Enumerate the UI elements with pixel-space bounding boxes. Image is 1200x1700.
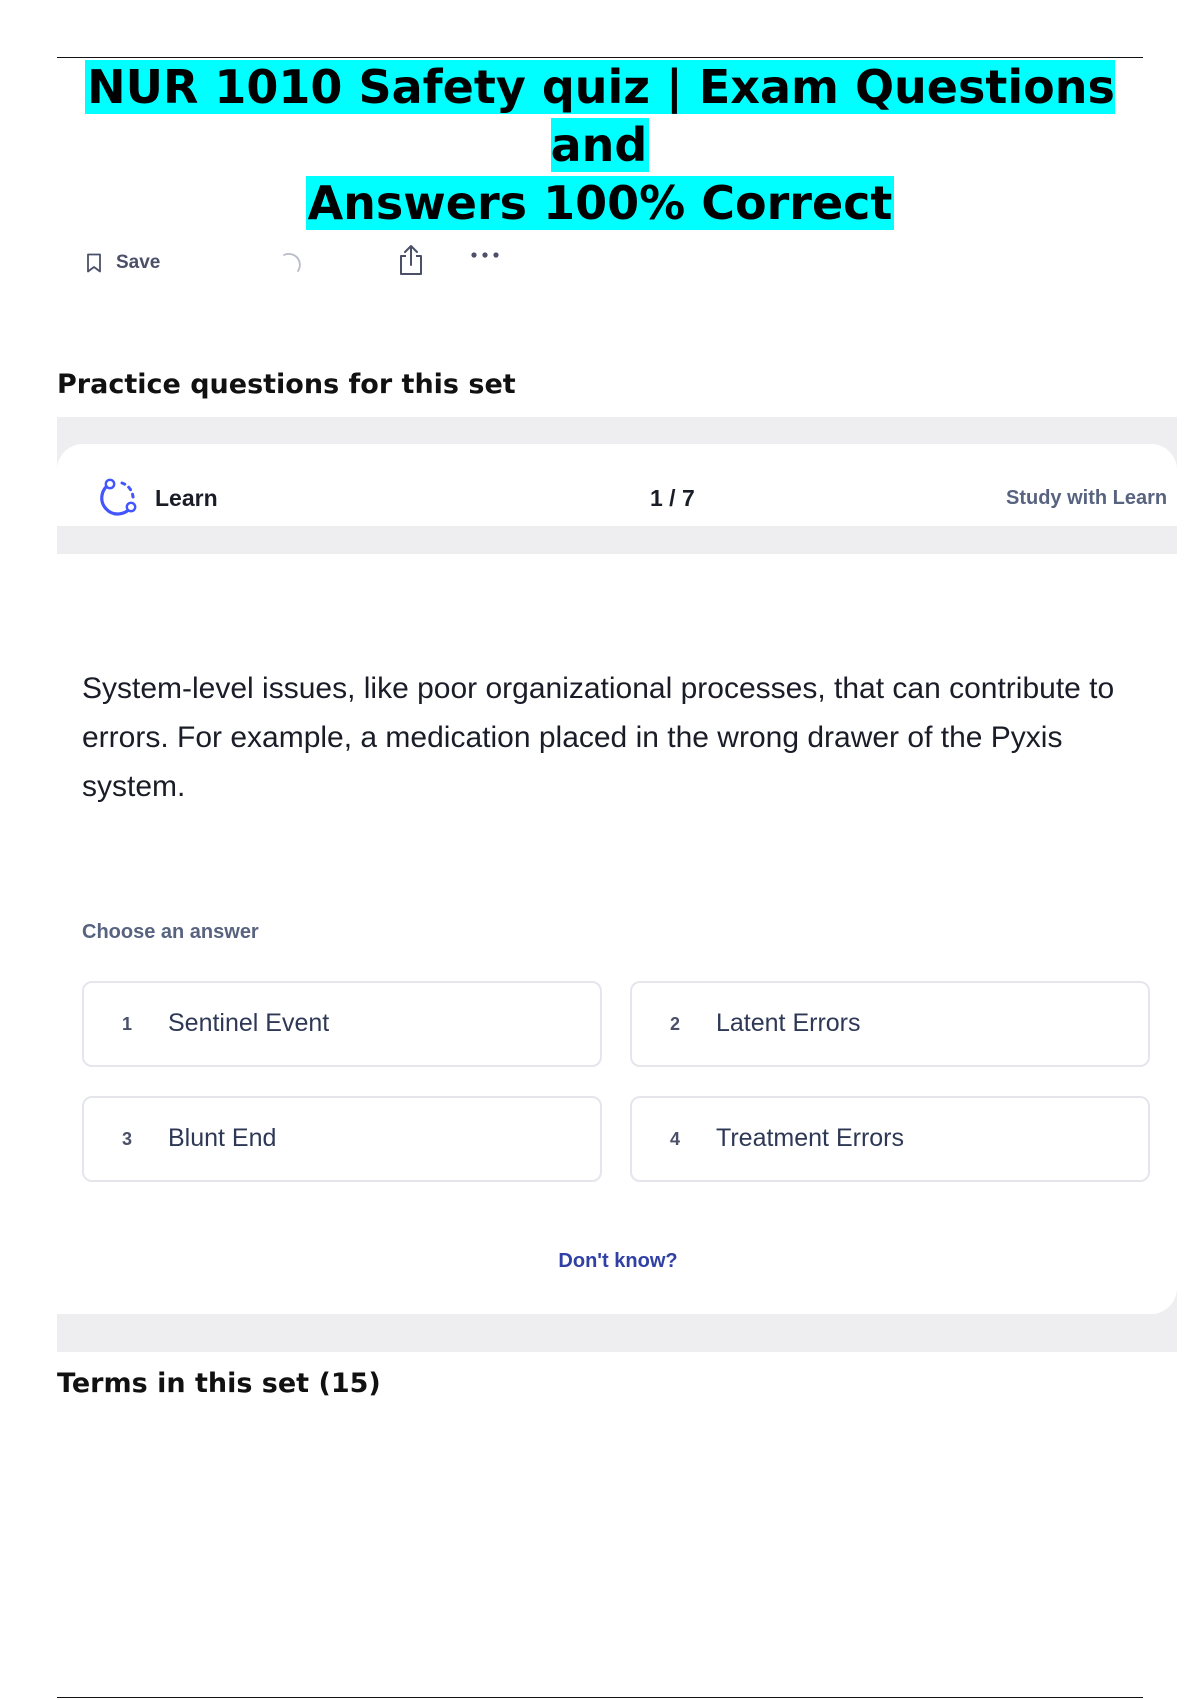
question-progress: 1 / 7 xyxy=(650,485,695,511)
answer-option-1[interactable]: 1 Sentinel Event xyxy=(82,981,602,1067)
bottom-rule xyxy=(57,1697,1143,1698)
action-bar: Save xyxy=(86,245,499,280)
option-number: 3 xyxy=(122,1129,133,1149)
option-number: 2 xyxy=(670,1014,681,1034)
terms-heading: Terms in this set (15) xyxy=(57,1368,381,1399)
answer-option-3[interactable]: 3 Blunt End xyxy=(82,1096,602,1182)
answer-option-4[interactable]: 4 Treatment Errors xyxy=(630,1096,1150,1182)
option-label: Sentinel Event xyxy=(168,1009,330,1037)
learn-mode-label: Learn xyxy=(155,485,218,511)
bookmark-icon xyxy=(87,253,101,273)
learn-card: Learn 1 / 7 Study with Learn xyxy=(57,444,1177,1314)
learn-icon xyxy=(100,478,137,516)
learn-card-header: Learn 1 / 7 Study with Learn xyxy=(95,474,1177,524)
option-label: Blunt End xyxy=(168,1124,277,1152)
option-label: Treatment Errors xyxy=(716,1124,905,1152)
title-line-2: Answers 100% Correct xyxy=(305,176,895,230)
question-text: System-level issues, like poor organizat… xyxy=(82,672,1115,803)
save-button[interactable]: Save xyxy=(86,252,160,274)
title-line-1: NUR 1010 Safety quiz | Exam Questions an… xyxy=(85,60,1115,172)
option-number: 4 xyxy=(670,1129,681,1149)
option-label: Latent Errors xyxy=(716,1009,861,1037)
more-options-icon[interactable] xyxy=(469,250,501,260)
practice-heading: Practice questions for this set xyxy=(57,369,516,400)
document-title: NUR 1010 Safety quiz | Exam Questions an… xyxy=(57,58,1143,232)
option-number: 1 xyxy=(122,1014,133,1034)
dont-know-button[interactable]: Don't know? xyxy=(502,1250,734,1273)
save-label: Save xyxy=(116,252,161,273)
choose-answer-label: Choose an answer xyxy=(82,921,259,943)
answer-option-2[interactable]: 2 Latent Errors xyxy=(630,981,1150,1067)
study-with-learn-link[interactable]: Study with Learn xyxy=(1006,487,1167,510)
loading-spinner-icon xyxy=(283,252,301,272)
share-icon[interactable] xyxy=(396,243,426,277)
card-divider-strip xyxy=(57,526,1177,554)
